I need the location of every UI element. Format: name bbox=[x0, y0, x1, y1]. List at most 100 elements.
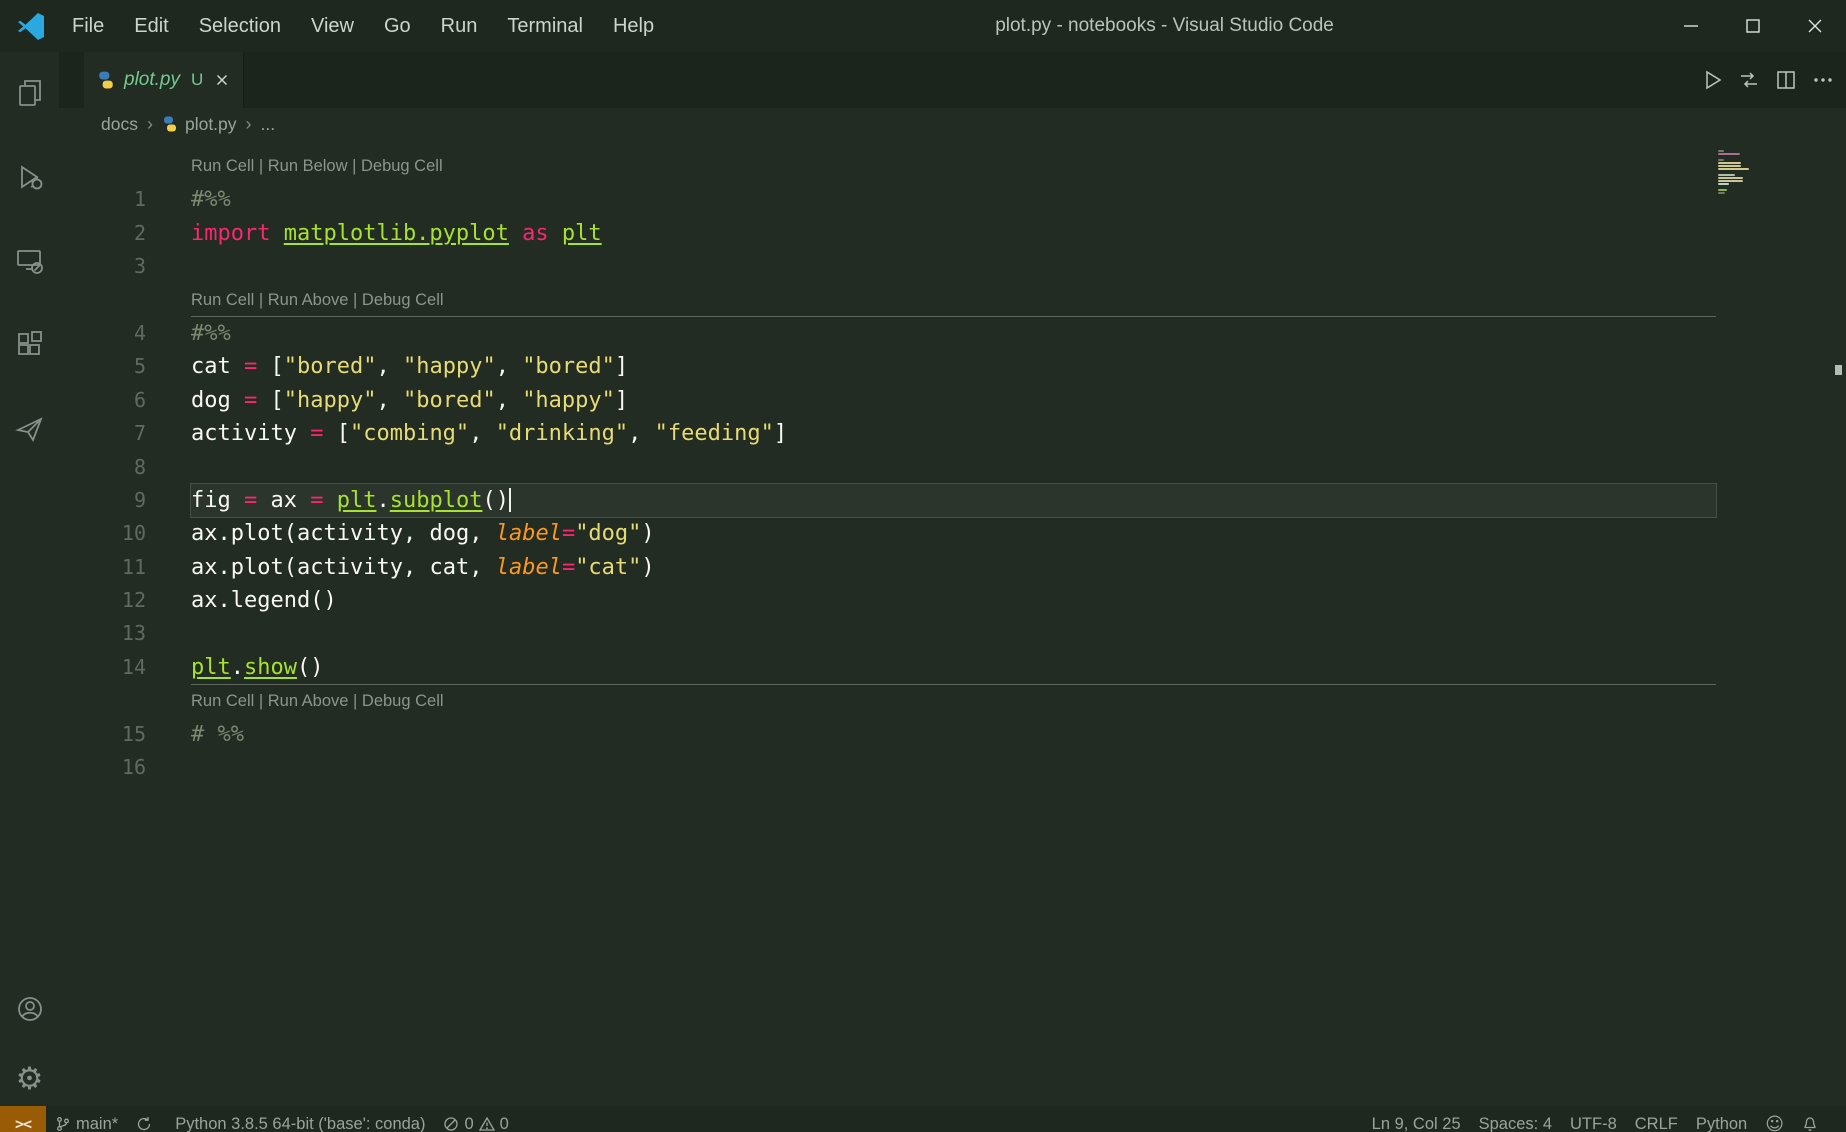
token-pun: , bbox=[469, 555, 496, 580]
extensions-icon[interactable] bbox=[13, 328, 47, 362]
split-editor-icon[interactable] bbox=[1773, 67, 1799, 93]
menu-terminal[interactable]: Terminal bbox=[492, 15, 598, 38]
line-number[interactable]: 7 bbox=[59, 417, 146, 450]
settings-gear-icon[interactable]: ⚙ bbox=[13, 1062, 47, 1096]
cursor-position[interactable]: Ln 9, Col 25 bbox=[1363, 1106, 1470, 1132]
paper-plane-icon[interactable] bbox=[13, 412, 47, 446]
code-line-content[interactable]: ax.plot(activity, dog, label="dog") bbox=[191, 517, 1716, 550]
minimap-line bbox=[1718, 189, 1727, 191]
breadcrumb-file[interactable]: plot.py bbox=[185, 114, 237, 135]
line-number[interactable]: 14 bbox=[59, 651, 146, 684]
account-icon[interactable] bbox=[13, 992, 47, 1026]
menu-file[interactable]: File bbox=[57, 15, 119, 38]
line-number[interactable]: 1 bbox=[59, 183, 146, 216]
line-number[interactable]: 9 bbox=[59, 484, 146, 517]
token-pun: ] bbox=[774, 421, 787, 446]
vscode-logo-icon bbox=[15, 10, 47, 42]
codelens-links[interactable]: Run Cell | Run Above | Debug Cell bbox=[191, 284, 1716, 317]
line-number[interactable]: 4 bbox=[59, 317, 146, 350]
more-actions-icon[interactable] bbox=[1810, 67, 1836, 93]
eol-sequence[interactable]: CRLF bbox=[1626, 1106, 1687, 1132]
menu-view[interactable]: View bbox=[296, 15, 369, 38]
code-line-content[interactable]: #%% bbox=[191, 317, 1716, 350]
code-line-content[interactable]: cat = ["bored", "happy", "bored"] bbox=[191, 350, 1716, 383]
code-line-content[interactable]: ax.legend() bbox=[191, 584, 1716, 617]
menu-selection[interactable]: Selection bbox=[184, 15, 296, 38]
line-number[interactable]: 8 bbox=[59, 451, 146, 484]
notifications-bell-icon[interactable] bbox=[1793, 1106, 1832, 1132]
run-debug-icon[interactable] bbox=[13, 160, 47, 194]
token-str: "bored" bbox=[284, 354, 377, 379]
code-line-2: 2 import matplotlib.pyplot as plt bbox=[59, 217, 1846, 250]
menu-run[interactable]: Run bbox=[426, 15, 493, 38]
token-pun: . bbox=[218, 588, 231, 613]
code-line-content[interactable]: #%% bbox=[191, 183, 1716, 216]
code-line-content[interactable] bbox=[191, 451, 1716, 484]
token-pun: , bbox=[496, 354, 523, 379]
token-pun: , bbox=[496, 388, 523, 413]
token-mod: plt bbox=[562, 221, 602, 246]
feedback-smiley-icon[interactable]: ☺ bbox=[1756, 1106, 1793, 1132]
token-str: "feeding" bbox=[655, 421, 774, 446]
menu-edit[interactable]: Edit bbox=[119, 15, 183, 38]
code-line-content[interactable]: # %% bbox=[191, 718, 1716, 751]
remote-explorer-icon[interactable] bbox=[13, 244, 47, 278]
line-number[interactable]: 6 bbox=[59, 384, 146, 417]
sync-icon bbox=[136, 1116, 152, 1132]
python-file-icon bbox=[97, 71, 115, 89]
code-line-content[interactable]: import matplotlib.pyplot as plt bbox=[191, 217, 1716, 250]
line-number[interactable]: 12 bbox=[59, 584, 146, 617]
indentation[interactable]: Spaces: 4 bbox=[1470, 1106, 1561, 1132]
remote-indicator[interactable]: >< bbox=[0, 1106, 46, 1132]
code-line-content[interactable] bbox=[191, 250, 1716, 283]
breadcrumb-folder[interactable]: docs bbox=[101, 114, 138, 135]
minimize-icon[interactable] bbox=[1660, 0, 1722, 52]
token-str: "happy" bbox=[403, 354, 496, 379]
close-icon[interactable] bbox=[1784, 0, 1846, 52]
menu-help[interactable]: Help bbox=[598, 15, 669, 38]
maximize-icon[interactable] bbox=[1722, 0, 1784, 52]
open-changes-icon[interactable] bbox=[1736, 67, 1762, 93]
window-title: plot.py - notebooks - Visual Studio Code bbox=[669, 15, 1660, 37]
token-pun: () bbox=[310, 588, 337, 613]
line-number[interactable]: 15 bbox=[59, 718, 146, 751]
tab-plot-py[interactable]: plot.py U bbox=[84, 52, 244, 108]
code-line-content[interactable] bbox=[191, 617, 1716, 650]
token-op: = bbox=[562, 521, 575, 546]
code-line-3: 3 bbox=[59, 250, 1846, 283]
run-file-icon[interactable] bbox=[1699, 67, 1725, 93]
line-number[interactable]: 5 bbox=[59, 350, 146, 383]
line-number[interactable]: 10 bbox=[59, 517, 146, 550]
menu-go[interactable]: Go bbox=[369, 15, 426, 38]
code-line-content[interactable]: fig = ax = plt.subplot() bbox=[191, 484, 1716, 517]
code-area[interactable]: Run Cell | Run Below | Debug Cell 1 #%% 2 im… bbox=[59, 140, 1846, 784]
line-number[interactable]: 3 bbox=[59, 250, 146, 283]
problems-button[interactable]: 0 0 bbox=[434, 1106, 517, 1132]
code-line-content[interactable]: plt.show() bbox=[191, 651, 1716, 684]
git-branch-button[interactable]: main* bbox=[46, 1106, 127, 1132]
token-pun: ] bbox=[615, 388, 628, 413]
line-number[interactable]: 2 bbox=[59, 217, 146, 250]
language-mode[interactable]: Python bbox=[1687, 1106, 1756, 1132]
breadcrumb-symbol[interactable]: ... bbox=[261, 114, 276, 135]
code-line-content[interactable]: ax.plot(activity, cat, label="cat") bbox=[191, 551, 1716, 584]
code-line-content[interactable] bbox=[191, 751, 1716, 784]
token-pun bbox=[231, 388, 244, 413]
encoding-label: UTF-8 bbox=[1570, 1115, 1617, 1132]
tab-label: plot.py bbox=[124, 69, 180, 91]
sync-button[interactable] bbox=[127, 1106, 166, 1132]
line-number[interactable]: 13 bbox=[59, 617, 146, 650]
codelens-links[interactable]: Run Cell | Run Below | Debug Cell bbox=[191, 150, 1716, 183]
code-line-content[interactable]: activity = ["combing", "drinking", "feed… bbox=[191, 417, 1716, 450]
line-number[interactable]: 16 bbox=[59, 751, 146, 784]
token-kw: import bbox=[191, 221, 270, 246]
codelens-links[interactable]: Run Cell | Run Above | Debug Cell bbox=[191, 684, 1716, 717]
python-interpreter-button[interactable]: Python 3.8.5 64-bit ('base': conda) bbox=[166, 1106, 434, 1132]
code-line-content[interactable]: dog = ["happy", "bored", "happy"] bbox=[191, 384, 1716, 417]
token-id: legend bbox=[231, 588, 310, 613]
explorer-icon[interactable] bbox=[13, 76, 47, 110]
encoding[interactable]: UTF-8 bbox=[1561, 1106, 1626, 1132]
line-number[interactable]: 11 bbox=[59, 551, 146, 584]
minimap[interactable] bbox=[1718, 150, 1764, 198]
tab-close-icon[interactable] bbox=[215, 73, 230, 88]
